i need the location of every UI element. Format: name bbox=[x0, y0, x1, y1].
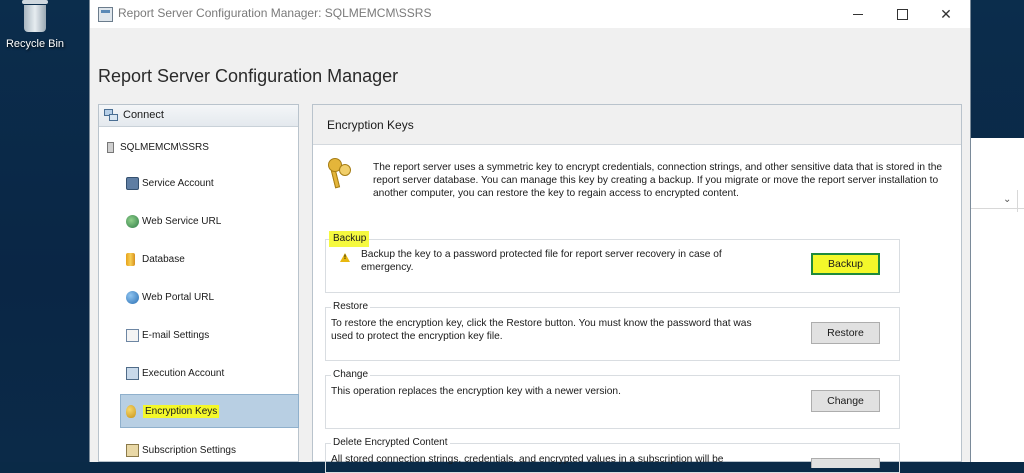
connect-label: Connect bbox=[123, 109, 164, 121]
connect-button[interactable]: Connect bbox=[99, 105, 298, 127]
change-button[interactable]: Change bbox=[811, 390, 880, 412]
nav-item-label: Service Account bbox=[142, 178, 214, 189]
nav-item-label: Web Portal URL bbox=[142, 292, 215, 303]
backup-section-label: Backup bbox=[333, 233, 367, 244]
delete-section-label: Delete Encrypted Content bbox=[331, 437, 450, 448]
execution-account-icon bbox=[126, 367, 139, 380]
close-button[interactable]: ✕ bbox=[924, 0, 968, 28]
maximize-button[interactable] bbox=[880, 0, 924, 28]
chevron-down-icon[interactable]: ⌄ bbox=[1003, 194, 1011, 205]
nav-item-label: Subscription Settings bbox=[142, 445, 236, 456]
nav-item-subscription-settings[interactable]: Subscription Settings bbox=[125, 434, 305, 468]
delete-button[interactable] bbox=[811, 458, 880, 468]
nav-item-database[interactable]: Database bbox=[125, 243, 305, 277]
key-icon bbox=[126, 405, 136, 418]
nav-item-label: E-mail Settings bbox=[142, 330, 210, 341]
content-panel: Encryption Keys The report server uses a… bbox=[312, 104, 962, 473]
keys-icon bbox=[327, 158, 353, 190]
nav-item-label: Encryption Keys bbox=[143, 405, 220, 418]
background-window: ⌄ bbox=[965, 138, 1024, 462]
nav-item-label: Web Service URL bbox=[142, 216, 222, 227]
restore-section-label: Restore bbox=[331, 301, 371, 312]
change-description: This operation replaces the encryption k… bbox=[331, 386, 621, 397]
delete-description: All stored connection strings, credentia… bbox=[331, 454, 724, 465]
nav-item-encryption-keys[interactable]: Encryption Keys bbox=[120, 394, 299, 428]
subscription-icon bbox=[126, 444, 139, 457]
warning-icon: ! bbox=[340, 253, 350, 262]
minimize-button[interactable] bbox=[836, 0, 880, 28]
email-icon bbox=[126, 329, 139, 342]
content-header: Encryption Keys bbox=[313, 105, 961, 145]
left-nav-panel: Connect SQLMEMCM\SSRS Service Account We… bbox=[98, 104, 299, 462]
nav-item-web-portal-url[interactable]: Web Portal URL bbox=[125, 281, 305, 315]
recycle-bin-icon bbox=[20, 0, 50, 34]
server-name: SQLMEMCM\SSRS bbox=[120, 142, 209, 154]
window-title: Report Server Configuration Manager: SQL… bbox=[118, 6, 432, 20]
restore-button[interactable]: Restore bbox=[811, 322, 880, 344]
page-title: Encryption Keys bbox=[327, 118, 414, 132]
intro-text: The report server uses a symmetric key t… bbox=[373, 162, 943, 199]
web-service-icon bbox=[126, 215, 139, 228]
recycle-bin-shortcut[interactable]: Recycle Bin bbox=[4, 0, 66, 58]
database-icon bbox=[126, 253, 135, 266]
connect-icon bbox=[104, 109, 118, 122]
nav-item-service-account[interactable]: Service Account bbox=[125, 167, 305, 201]
service-account-icon bbox=[126, 177, 139, 190]
globe-icon bbox=[126, 291, 139, 304]
nav-item-execution-account[interactable]: Execution Account bbox=[125, 357, 305, 391]
app-icon bbox=[98, 7, 113, 22]
server-node[interactable]: SQLMEMCM\SSRS bbox=[107, 142, 209, 153]
nav-item-email-settings[interactable]: E-mail Settings bbox=[125, 319, 305, 353]
title-bar[interactable]: Report Server Configuration Manager: SQL… bbox=[90, 0, 970, 28]
backup-button[interactable]: Backup bbox=[811, 253, 880, 275]
recycle-bin-label: Recycle Bin bbox=[5, 38, 65, 50]
change-section-label: Change bbox=[331, 369, 371, 380]
nav-item-label: Execution Account bbox=[142, 368, 225, 379]
nav-item-web-service-url[interactable]: Web Service URL bbox=[125, 205, 305, 239]
config-manager-window: Report Server Configuration Manager: SQL… bbox=[89, 0, 971, 473]
backup-description: Backup the key to a password protected f… bbox=[361, 249, 722, 273]
restore-description: To restore the encryption key, click the… bbox=[331, 318, 752, 342]
nav-item-label: Database bbox=[142, 254, 185, 265]
server-icon bbox=[107, 142, 114, 153]
app-header: Report Server Configuration Manager bbox=[98, 66, 399, 86]
